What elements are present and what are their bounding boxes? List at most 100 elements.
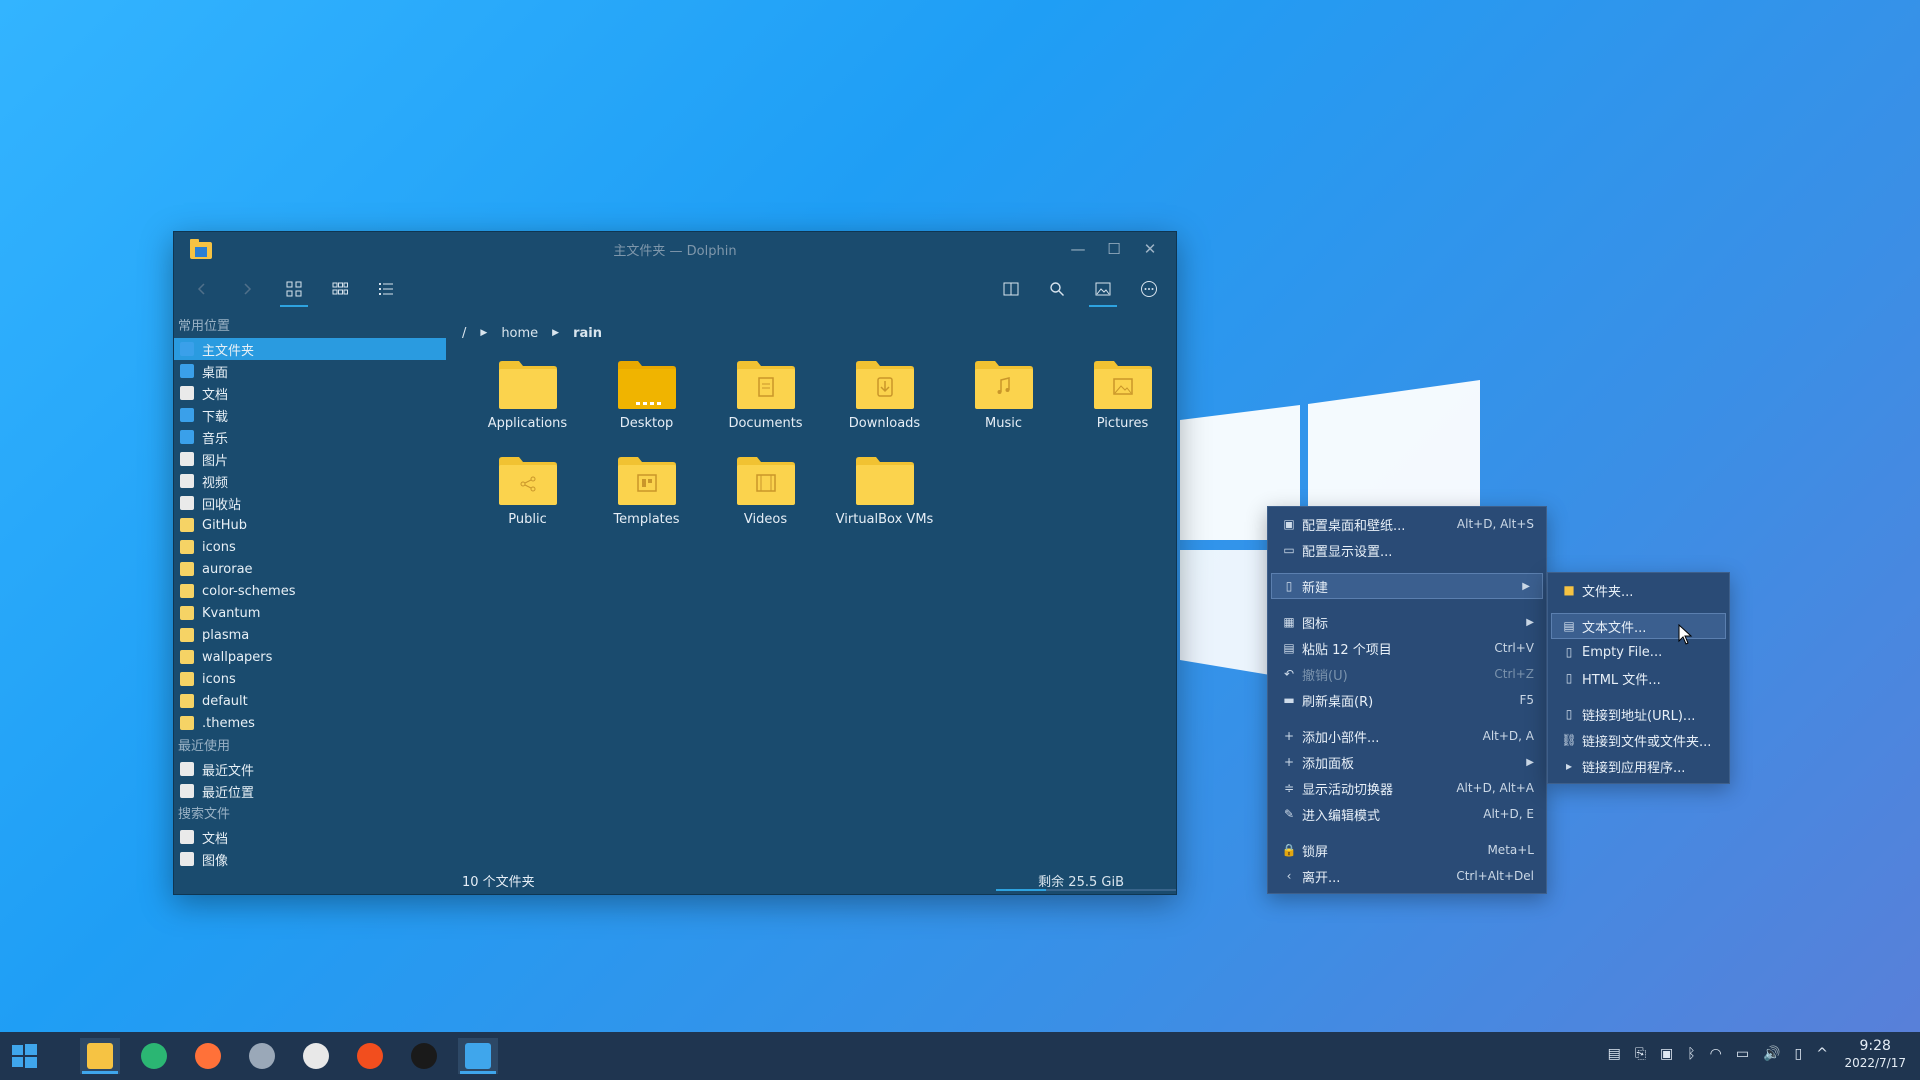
- context-menu-item[interactable]: ▣ 配置桌面和壁纸... Alt+D, Alt+S: [1268, 511, 1546, 537]
- icons-view-button[interactable]: [278, 274, 310, 307]
- folder-icon: [616, 454, 678, 506]
- details-view-button[interactable]: [370, 274, 402, 304]
- sidebar-item[interactable]: color-schemes: [174, 580, 444, 602]
- sidebar-item[interactable]: icons: [174, 536, 444, 558]
- submenu-item[interactable]: ▤ 文本文件...: [1551, 613, 1726, 639]
- settings-icon[interactable]: [242, 1038, 282, 1074]
- sidebar-item[interactable]: 下载: [174, 404, 444, 426]
- folder-item[interactable]: Pictures: [1063, 352, 1182, 448]
- sidebar-item[interactable]: 最近文件: [174, 758, 444, 780]
- sidebar-item[interactable]: Kvantum: [174, 602, 444, 624]
- sidebar-item[interactable]: 图片: [174, 448, 444, 470]
- context-menu-item[interactable]: ≑ 显示活动切换器 Alt+D, Alt+A: [1268, 775, 1546, 801]
- submenu-item[interactable]: ▸ 链接到应用程序...: [1548, 753, 1729, 779]
- menu-item-label: 链接到文件或文件夹...: [1582, 734, 1712, 750]
- search-button[interactable]: [1041, 274, 1073, 304]
- maximize-button[interactable]: ☐: [1096, 236, 1132, 262]
- folder-item[interactable]: Templates: [587, 448, 706, 544]
- folder-item[interactable]: Public: [468, 448, 587, 544]
- sidebar-item[interactable]: GitHub: [174, 514, 444, 536]
- sidebar-item[interactable]: icons: [174, 668, 444, 690]
- figma-icon-glyph: [357, 1043, 383, 1069]
- context-menu-item[interactable]: ▤ 粘贴 12 个项目 Ctrl+V: [1268, 635, 1546, 661]
- folder-item[interactable]: Documents: [706, 352, 825, 448]
- context-menu-item[interactable]: + 添加面板 ▶: [1268, 749, 1546, 775]
- forward-button[interactable]: [231, 274, 263, 304]
- inkscape-icon[interactable]: [404, 1038, 444, 1074]
- sidebar-item[interactable]: 桌面: [174, 360, 444, 382]
- context-menu-item[interactable]: + 添加小部件... Alt+D, A: [1268, 723, 1546, 749]
- sidebar-item[interactable]: 主文件夹: [174, 338, 446, 360]
- menu-item-label: 图标: [1302, 616, 1329, 632]
- sidebar-item[interactable]: plasma: [174, 624, 444, 646]
- menu-item-label: HTML 文件...: [1582, 672, 1661, 688]
- context-menu-item[interactable]: ▭ 配置显示设置...: [1268, 537, 1546, 563]
- tray-icon[interactable]: ^: [1816, 1046, 1828, 1062]
- context-menu-item[interactable]: ▬ 刷新桌面(R) F5: [1268, 687, 1546, 713]
- breadcrumb-home[interactable]: home: [501, 326, 538, 341]
- context-menu-item[interactable]: 🔒 锁屏 Meta+L: [1268, 837, 1546, 863]
- submenu-item[interactable]: ▯ HTML 文件...: [1548, 665, 1729, 691]
- sidebar-item[interactable]: default: [174, 690, 444, 712]
- sidebar-item[interactable]: .themes: [174, 712, 444, 734]
- sidebar-item[interactable]: 回收站: [174, 492, 444, 514]
- paste-icon: ▤: [1283, 641, 1295, 655]
- sidebar-item[interactable]: 音乐: [174, 426, 444, 448]
- breadcrumb-root[interactable]: /: [462, 326, 466, 341]
- close-button[interactable]: ✕: [1132, 236, 1168, 262]
- tray-icon[interactable]: ▭: [1736, 1046, 1749, 1062]
- breadcrumb-current[interactable]: rain: [573, 326, 602, 341]
- sidebar-item[interactable]: 视频: [174, 470, 444, 492]
- context-menu-item[interactable]: ✎ 进入编辑模式 Alt+D, E: [1268, 801, 1546, 827]
- sidebar-item[interactable]: wallpapers: [174, 646, 444, 668]
- tray-icon[interactable]: ◠: [1710, 1046, 1722, 1062]
- cursor-icon: [1678, 624, 1693, 645]
- start-windows-icon[interactable]: [8, 1040, 40, 1072]
- submenu-item[interactable]: ▯ 链接到地址(URL)...: [1548, 701, 1729, 727]
- folder-item[interactable]: VirtualBox VMs: [825, 448, 944, 544]
- figma-icon[interactable]: [350, 1038, 390, 1074]
- sidebar-item[interactable]: 最近位置: [174, 780, 444, 802]
- back-button[interactable]: [186, 274, 218, 304]
- sidebar-item[interactable]: aurorae: [174, 558, 444, 580]
- edge-dev-icon-glyph: [141, 1043, 167, 1069]
- forward-icon: [244, 283, 252, 295]
- context-menu-item[interactable]: ↶ 撤销(U) Ctrl+Z: [1268, 661, 1546, 687]
- context-menu-item[interactable]: ‹ 离开... Ctrl+Alt+Del: [1268, 863, 1546, 889]
- minimize-button[interactable]: —: [1060, 236, 1096, 262]
- compact-view-button[interactable]: [324, 274, 356, 304]
- preview-button[interactable]: [1087, 274, 1119, 307]
- tray-icon[interactable]: ⎘: [1635, 1046, 1646, 1062]
- submenu-item[interactable]: ⛓ 链接到文件或文件夹...: [1548, 727, 1729, 753]
- tray-icon[interactable]: 🔊: [1763, 1046, 1780, 1062]
- remote-desktop-icon[interactable]: [458, 1038, 498, 1074]
- folder-item[interactable]: Music: [944, 352, 1063, 448]
- firefox-icon[interactable]: [188, 1038, 228, 1074]
- sidebar-item[interactable]: 文档: [174, 382, 444, 404]
- titlebar[interactable]: 主文件夹 — Dolphin — ☐ ✕: [174, 232, 1176, 266]
- file-link-icon: ⛓: [1561, 733, 1577, 747]
- sidebar-item[interactable]: 文档: [174, 826, 444, 848]
- context-menu-item[interactable]: ▦ 图标 ▶: [1268, 609, 1546, 635]
- sidebar-item-label: 主文件夹: [202, 343, 255, 359]
- tray-icon[interactable]: ᛒ: [1687, 1046, 1695, 1062]
- sidebar-item[interactable]: 图像: [174, 848, 444, 870]
- submenu-item[interactable]: ■ 文件夹...: [1548, 577, 1729, 603]
- context-menu-item[interactable]: ▯ 新建 ▶: [1271, 573, 1543, 599]
- folder-item[interactable]: Applications: [468, 352, 587, 448]
- dolphin-icon[interactable]: [80, 1038, 120, 1074]
- tray-icon[interactable]: ▣: [1660, 1046, 1673, 1062]
- github-icon[interactable]: [296, 1038, 336, 1074]
- edge-dev-icon[interactable]: [134, 1038, 174, 1074]
- menu-button[interactable]: [1133, 274, 1165, 304]
- folder-item[interactable]: Videos: [706, 448, 825, 544]
- folder-item[interactable]: Desktop: [587, 352, 706, 448]
- clock[interactable]: 9:28 2022/7/17: [1844, 1038, 1906, 1070]
- submenu-item[interactable]: ▯ Empty File...: [1548, 639, 1729, 665]
- tray-icon[interactable]: ▯: [1795, 1046, 1803, 1062]
- menu-item-shortcut: F5: [1519, 693, 1534, 707]
- tray-icon[interactable]: ▤: [1608, 1046, 1621, 1062]
- folder-item[interactable]: Downloads: [825, 352, 944, 448]
- new-submenu: ■ 文件夹... ▤ 文本文件... ▯ Empty File... ▯ HTML 文件...…: [1547, 572, 1730, 784]
- split-view-button[interactable]: [995, 274, 1027, 304]
